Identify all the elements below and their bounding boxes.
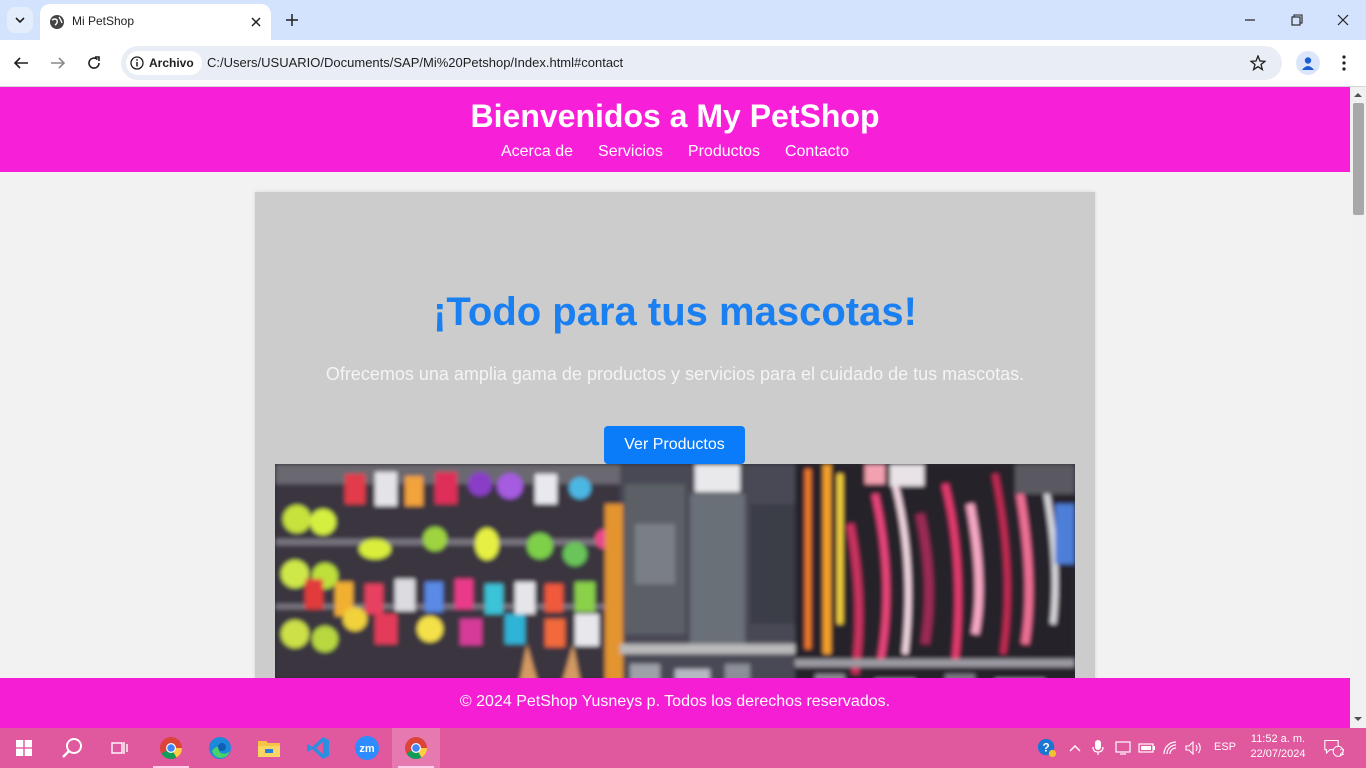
browser-menu-button[interactable]	[1336, 52, 1352, 74]
task-view-button[interactable]	[96, 728, 144, 768]
bookmark-button[interactable]	[1248, 53, 1268, 73]
globe-icon	[50, 15, 64, 29]
hero-section: ¡Todo para tus mascotas! Ofrecemos una a…	[255, 192, 1095, 728]
chevron-down-icon	[15, 17, 25, 24]
notification-count: 2	[1339, 747, 1345, 757]
chrome-active-taskbar-app[interactable]	[392, 728, 440, 768]
address-bar[interactable]: Archivo C:/Users/USUARIO/Documents/SAP/M…	[121, 46, 1282, 80]
info-icon	[130, 56, 144, 70]
show-hidden-icons-button[interactable]	[1065, 738, 1085, 758]
restore-icon	[1291, 14, 1303, 26]
site-footer: © 2024 PetShop Yusneys p. Todos los dere…	[0, 678, 1350, 728]
browser-tab-bar: Mi PetShop	[0, 0, 1366, 40]
nav-link-productos[interactable]: Productos	[688, 143, 760, 161]
footer-text: © 2024 PetShop Yusneys p. Todos los dere…	[459, 693, 891, 710]
chrome-icon	[405, 737, 427, 759]
volume-icon	[1185, 741, 1201, 755]
minimize-icon	[1245, 19, 1255, 21]
person-icon	[1302, 57, 1314, 70]
scroll-down-icon[interactable]	[1354, 715, 1362, 723]
ver-productos-button[interactable]: Ver Productos	[604, 426, 745, 464]
chevron-up-icon	[1069, 745, 1081, 752]
edge-taskbar-app[interactable]	[196, 728, 244, 768]
search-button[interactable]	[48, 728, 96, 768]
start-button[interactable]	[0, 728, 48, 768]
microphone-icon	[1092, 740, 1104, 755]
edge-icon	[209, 737, 231, 759]
profile-button[interactable]	[1296, 51, 1320, 75]
microphone-tray-icon[interactable]	[1088, 738, 1108, 758]
close-icon	[251, 17, 261, 27]
svg-text:?: ?	[1042, 741, 1049, 755]
reload-icon	[88, 56, 100, 69]
nav-link-acerca[interactable]: Acerca de	[501, 143, 573, 161]
arrow-right-icon	[51, 57, 66, 69]
forward-button[interactable]	[47, 52, 69, 74]
site-info-chip[interactable]: Archivo	[126, 51, 202, 75]
wifi-icon	[1163, 741, 1177, 755]
nav-link-servicios[interactable]: Servicios	[598, 143, 663, 161]
tab-search-button[interactable]	[7, 7, 33, 33]
site-header: Bienvenidos a My PetShop Acerca de Servi…	[0, 87, 1350, 172]
hero-title: ¡Todo para tus mascotas!	[433, 290, 917, 334]
star-icon	[1250, 55, 1266, 71]
site-title: Bienvenidos a My PetShop	[470, 98, 880, 134]
hero-subtitle: Ofrecemos una amplia gama de productos y…	[325, 364, 1025, 384]
close-icon	[1337, 14, 1349, 26]
more-vertical-icon	[1342, 55, 1346, 71]
help-tray-button[interactable]: ?	[1037, 738, 1057, 758]
taskbar: zm ? ESP 11:52 a. m. 22/07/2024 2	[0, 728, 1366, 768]
search-icon	[62, 738, 82, 758]
scroll-thumb[interactable]	[1353, 103, 1364, 215]
svg-text:zm: zm	[359, 743, 375, 755]
help-icon: ?	[1037, 738, 1057, 758]
battery-icon	[1138, 743, 1155, 753]
volume-tray-icon[interactable]	[1184, 738, 1204, 758]
close-window-button[interactable]	[1333, 10, 1353, 30]
chrome-icon	[160, 737, 182, 759]
battery-tray-icon[interactable]	[1137, 738, 1157, 758]
scroll-up-icon[interactable]	[1354, 91, 1362, 99]
file-explorer-taskbar-app[interactable]	[245, 728, 293, 768]
back-button[interactable]	[10, 52, 32, 74]
clock[interactable]: 11:52 a. m. 22/07/2024	[1246, 732, 1310, 762]
folder-icon	[258, 741, 280, 757]
page-scrollbar[interactable]	[1350, 87, 1366, 728]
reload-button[interactable]	[83, 52, 105, 74]
arrow-left-icon	[13, 57, 28, 69]
zoom-taskbar-app[interactable]: zm	[343, 728, 391, 768]
page-viewport: Bienvenidos a My PetShop Acerca de Servi…	[0, 87, 1350, 728]
vscode-icon	[307, 737, 329, 759]
plus-icon	[286, 14, 298, 26]
site-info-label: Archivo	[149, 56, 194, 70]
wifi-tray-icon[interactable]	[1161, 738, 1181, 758]
nav-link-contacto[interactable]: Contacto	[785, 143, 849, 161]
clock-time: 11:52 a. m.	[1250, 733, 1306, 745]
vscode-taskbar-app[interactable]	[294, 728, 342, 768]
site-nav: Acerca de Servicios Productos Contacto	[0, 143, 1350, 161]
task-view-icon	[111, 742, 128, 754]
windows-icon	[16, 740, 32, 756]
restore-button[interactable]	[1287, 10, 1307, 30]
chrome-taskbar-app[interactable]	[147, 728, 195, 768]
tab-title: Mi PetShop	[72, 14, 135, 28]
browser-toolbar: Archivo C:/Users/USUARIO/Documents/SAP/M…	[0, 40, 1366, 87]
language-indicator[interactable]: ESP	[1214, 741, 1236, 753]
url-text[interactable]: C:/Users/USUARIO/Documents/SAP/Mi%20Pets…	[207, 55, 623, 70]
zoom-icon: zm	[355, 736, 379, 760]
clock-date: 22/07/2024	[1250, 748, 1306, 760]
minimize-button[interactable]	[1240, 10, 1260, 30]
new-tab-button[interactable]	[282, 10, 302, 30]
browser-tab[interactable]: Mi PetShop	[40, 4, 271, 40]
tab-close-button[interactable]	[247, 13, 265, 31]
display-icon	[1115, 741, 1131, 755]
display-tray-icon[interactable]	[1113, 738, 1133, 758]
